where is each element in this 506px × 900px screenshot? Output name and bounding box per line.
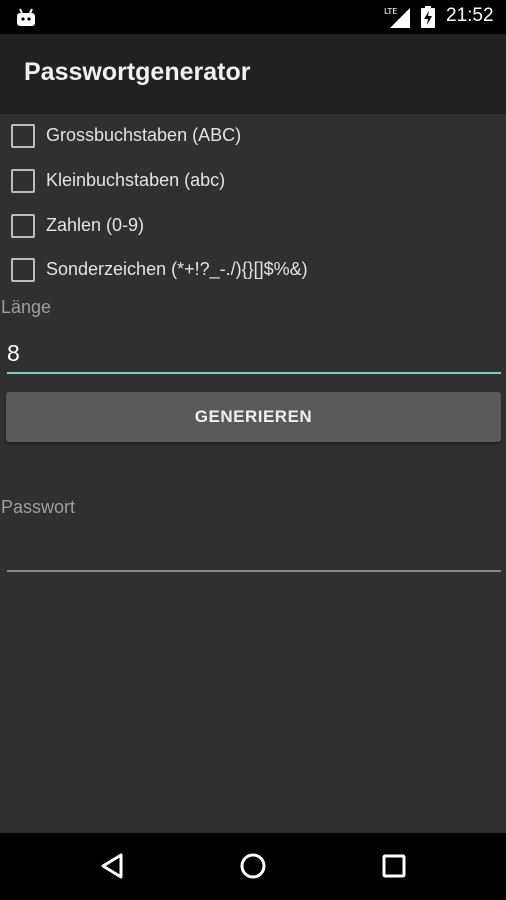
battery-charging-icon xyxy=(421,6,435,28)
length-input[interactable] xyxy=(7,334,501,374)
password-label: Passwort xyxy=(1,497,76,517)
status-time: 21:52 xyxy=(446,5,494,26)
uppercase-checkbox[interactable] xyxy=(11,124,35,148)
option-numbers[interactable]: Zahlen (0-9) xyxy=(0,204,506,248)
status-bar: LTE 21:52 xyxy=(0,0,506,34)
app-title: Passwortgenerator xyxy=(24,58,251,86)
option-uppercase[interactable]: Grossbuchstaben (ABC) xyxy=(0,114,506,158)
option-lowercase[interactable]: Kleinbuchstaben (abc) xyxy=(0,159,506,203)
lowercase-label: Kleinbuchstaben (abc) xyxy=(46,170,226,190)
numbers-checkbox[interactable] xyxy=(11,214,35,238)
navigation-bar xyxy=(0,833,506,900)
lte-signal-icon: LTE xyxy=(384,7,410,28)
recents-icon[interactable] xyxy=(379,851,409,881)
numbers-label: Zahlen (0-9) xyxy=(46,215,145,235)
option-special-chars[interactable]: Sonderzeichen (*+!?_-./){}[]$%&) xyxy=(0,248,506,292)
android-icon xyxy=(17,8,35,26)
generate-button[interactable]: GENERIEREN xyxy=(6,392,501,442)
length-label: Länge xyxy=(1,297,52,317)
app-bar: Passwortgenerator xyxy=(0,34,506,114)
back-icon[interactable] xyxy=(98,851,128,881)
uppercase-label: Grossbuchstaben (ABC) xyxy=(46,125,242,145)
lowercase-checkbox[interactable] xyxy=(11,169,35,193)
special-chars-label: Sonderzeichen (*+!?_-./){}[]$%&) xyxy=(46,259,308,279)
network-label: LTE xyxy=(384,7,397,16)
password-output[interactable] xyxy=(7,536,501,572)
home-icon[interactable] xyxy=(238,851,268,881)
special-chars-checkbox[interactable] xyxy=(11,258,35,282)
